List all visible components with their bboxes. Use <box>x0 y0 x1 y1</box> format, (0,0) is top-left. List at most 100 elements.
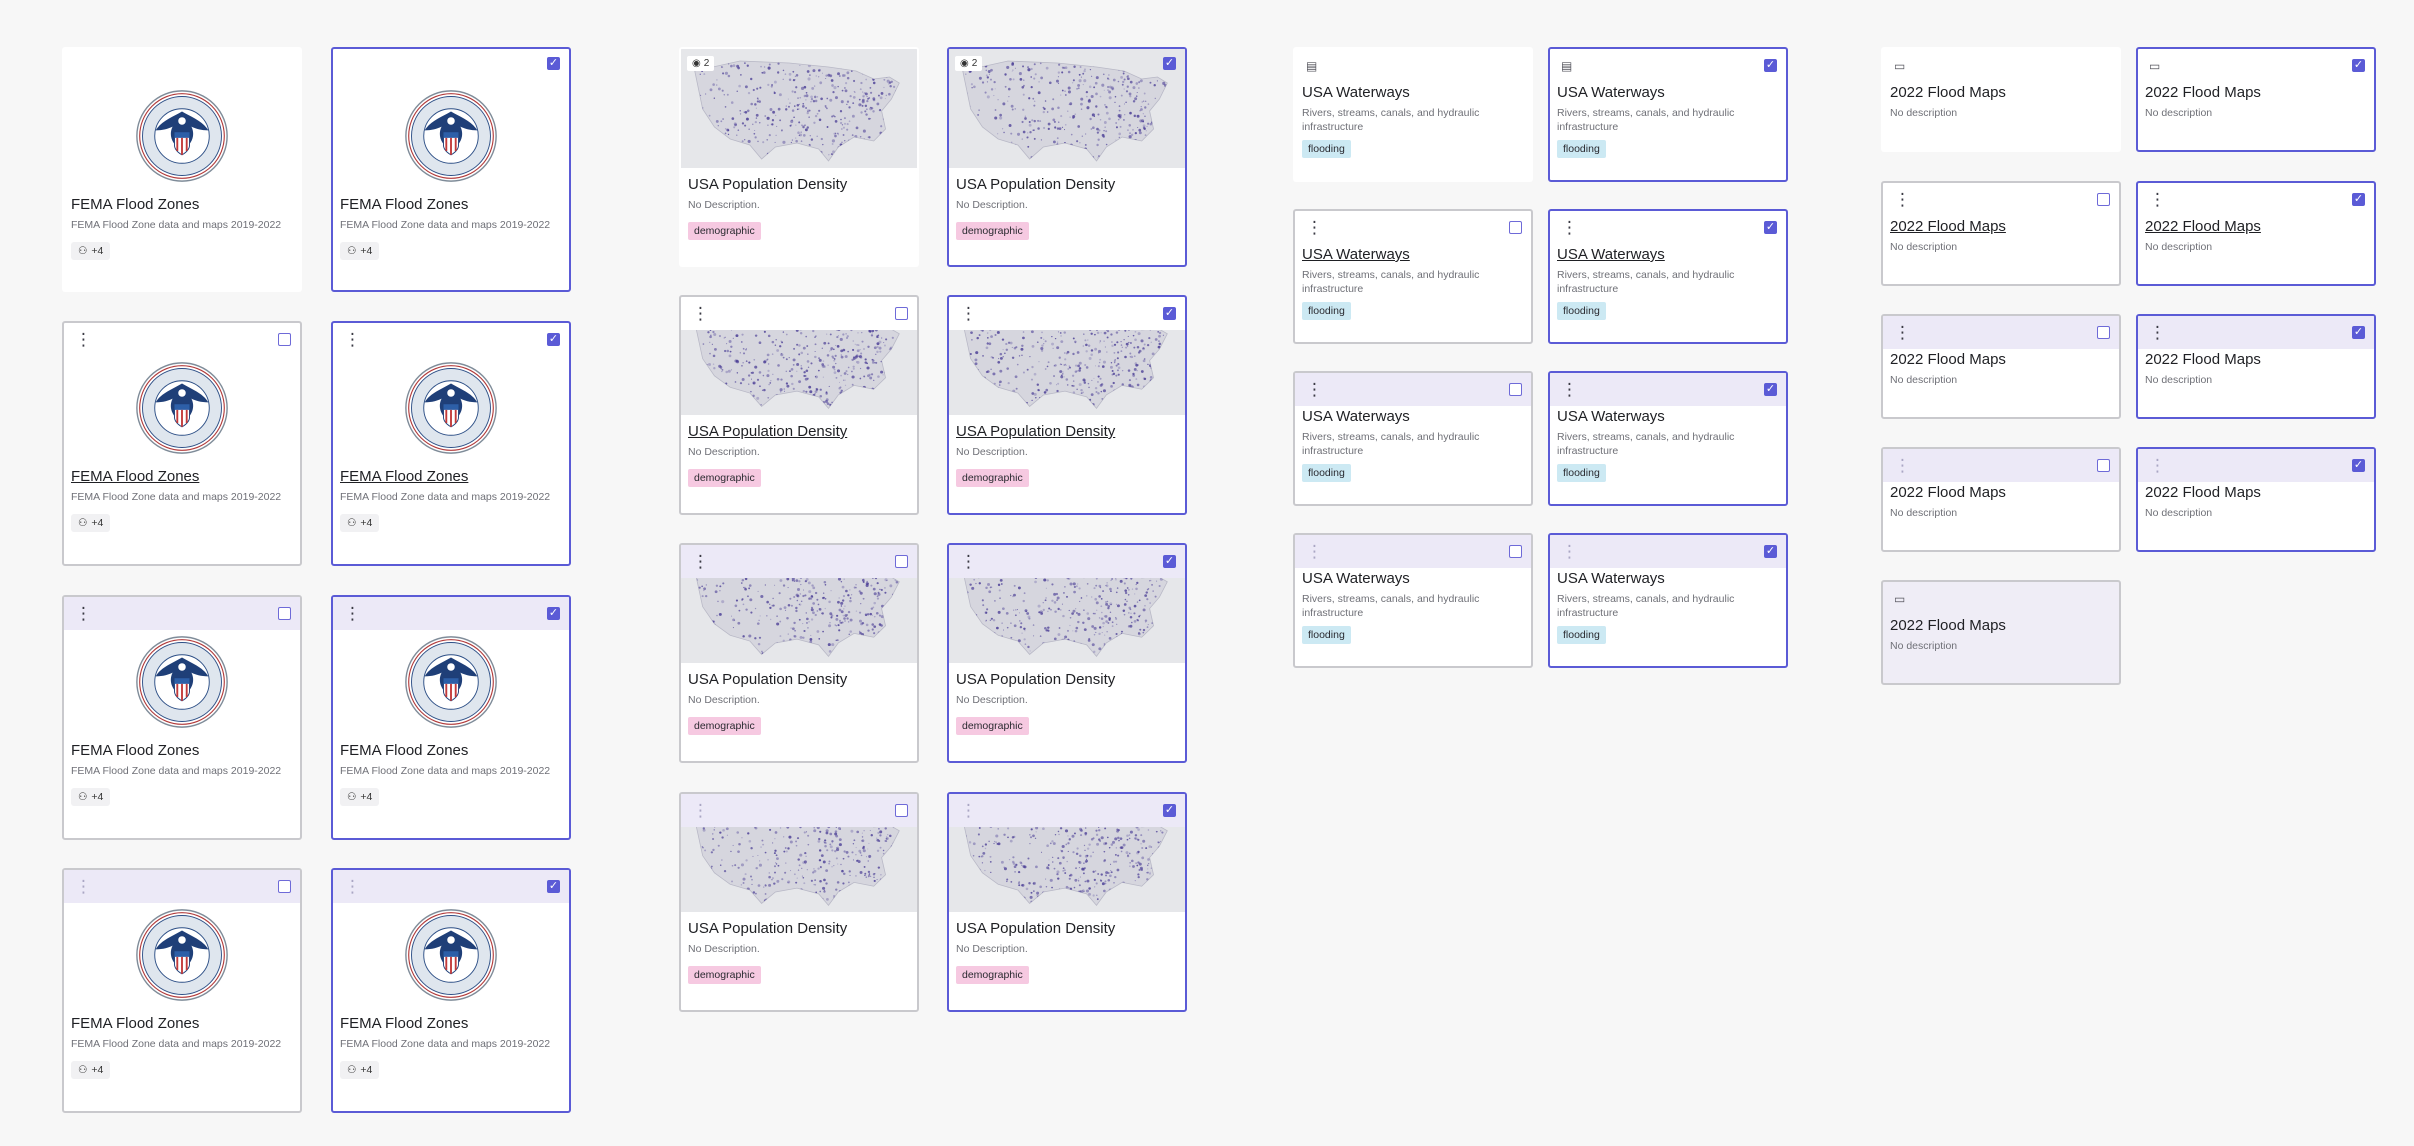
tag-badge[interactable]: flooding <box>1557 626 1606 644</box>
card-title[interactable]: USA Waterways <box>1557 246 1779 263</box>
select-checkbox[interactable]: ✓ <box>2352 326 2365 339</box>
share-badge[interactable]: ⚇ +4 <box>71 242 111 260</box>
card-title[interactable]: USA Population Density <box>956 671 1178 688</box>
card-title[interactable]: USA Waterways <box>1302 408 1524 425</box>
tag-badge[interactable]: flooding <box>1557 140 1606 158</box>
select-checkbox[interactable]: ✓ <box>1163 57 1176 70</box>
card-title[interactable]: USA Population Density <box>956 423 1178 440</box>
folder-card-drop-target[interactable]: ▭ 2022 Flood Maps No description <box>1881 580 2121 685</box>
more-vertical-icon[interactable]: ⋮ <box>344 878 361 895</box>
select-checkbox[interactable]: ✓ <box>547 880 560 893</box>
select-checkbox[interactable]: ✓ <box>547 333 560 346</box>
more-vertical-icon[interactable]: ⋮ <box>692 305 709 322</box>
share-badge[interactable]: ⚇ +4 <box>340 1061 380 1079</box>
more-vertical-icon[interactable]: ⋮ <box>692 802 709 819</box>
fema-card-selected[interactable]: ✓ FEMA Flood Zones FEMA Flood Zone data … <box>331 47 571 292</box>
fema-card-active-selected[interactable]: ⋮ ✓ FEMA Flood Zones FEMA Flood Zone data… <box>331 595 571 840</box>
more-vertical-icon[interactable]: ⋮ <box>692 553 709 570</box>
share-badge[interactable]: ⚇ +4 <box>340 514 380 532</box>
fema-card-active[interactable]: ⋮ FEMA Flood Zones FEMA Flood Zone data … <box>62 595 302 840</box>
share-badge[interactable]: ⚇ +4 <box>340 242 380 260</box>
select-checkbox[interactable] <box>895 804 908 817</box>
waterways-card-disabled-selected[interactable]: ⋮ ✓ USA Waterways Rivers, streams, canals… <box>1548 533 1788 668</box>
select-checkbox[interactable]: ✓ <box>1764 221 1777 234</box>
card-title[interactable]: 2022 Flood Maps <box>1890 351 2112 368</box>
card-title[interactable]: USA Population Density <box>688 423 910 440</box>
select-checkbox[interactable]: ✓ <box>1163 804 1176 817</box>
card-title[interactable]: 2022 Flood Maps <box>2145 84 2367 101</box>
card-title[interactable]: 2022 Flood Maps <box>1890 484 2112 501</box>
density-card-disabled-selected[interactable]: ⋮ ✓ USA Population Density No Description… <box>947 792 1187 1012</box>
tag-badge[interactable]: demographic <box>956 717 1029 735</box>
waterways-card-selected[interactable]: ▤ ✓ USA Waterways Rivers, streams, canals… <box>1548 47 1788 182</box>
select-checkbox[interactable]: ✓ <box>2352 193 2365 206</box>
more-vertical-icon[interactable]: ⋮ <box>1561 381 1578 398</box>
card-title[interactable]: FEMA Flood Zones <box>340 742 562 759</box>
card-title[interactable]: FEMA Flood Zones <box>71 1015 293 1032</box>
card-title[interactable]: USA Population Density <box>688 176 910 193</box>
density-card-selected[interactable]: ◉ 2 ✓ USA Population Density No Descripti… <box>947 47 1187 267</box>
select-checkbox[interactable]: ✓ <box>547 57 560 70</box>
folder-card-active-selected[interactable]: ⋮ ✓ 2022 Flood Maps No description <box>2136 314 2376 419</box>
card-title[interactable]: USA Population Density <box>956 176 1178 193</box>
select-checkbox[interactable]: ✓ <box>1163 307 1176 320</box>
share-badge[interactable]: ⚇ +4 <box>71 788 111 806</box>
select-checkbox[interactable] <box>895 307 908 320</box>
fema-card-hover[interactable]: ⋮ FEMA Flood Zones FEMA Flood Zone data … <box>62 321 302 566</box>
tag-badge[interactable]: demographic <box>956 966 1029 984</box>
waterways-card-active[interactable]: ⋮ USA Waterways Rivers, streams, canals,… <box>1293 371 1533 506</box>
select-checkbox[interactable] <box>2097 459 2110 472</box>
density-card-disabled[interactable]: ⋮ USA Population Density No Description.… <box>679 792 919 1012</box>
density-card-hover[interactable]: ⋮ USA Population Density No Description.… <box>679 295 919 515</box>
fema-card-disabled[interactable]: ⋮ FEMA Flood Zones FEMA Flood Zone data … <box>62 868 302 1113</box>
more-vertical-icon[interactable]: ⋮ <box>1894 324 1911 341</box>
more-vertical-icon[interactable]: ⋮ <box>2149 324 2166 341</box>
share-badge[interactable]: ⚇ +4 <box>71 1061 111 1079</box>
card-title[interactable]: FEMA Flood Zones <box>71 468 293 485</box>
select-checkbox[interactable] <box>278 880 291 893</box>
card-title[interactable]: USA Waterways <box>1557 84 1779 101</box>
tag-badge[interactable]: flooding <box>1302 140 1351 158</box>
folder-card-hover[interactable]: ⋮ 2022 Flood Maps No description <box>1881 181 2121 286</box>
card-title[interactable]: USA Waterways <box>1302 84 1524 101</box>
select-checkbox[interactable] <box>1509 545 1522 558</box>
tag-badge[interactable]: flooding <box>1557 464 1606 482</box>
card-title[interactable]: FEMA Flood Zones <box>340 196 562 213</box>
density-card-default[interactable]: ◉ 2 USA Population Density No Description… <box>679 47 919 267</box>
card-title[interactable]: 2022 Flood Maps <box>2145 218 2367 235</box>
card-title[interactable]: USA Waterways <box>1557 570 1779 587</box>
more-vertical-icon[interactable]: ⋮ <box>75 605 92 622</box>
select-checkbox[interactable] <box>1509 383 1522 396</box>
select-checkbox[interactable]: ✓ <box>547 607 560 620</box>
more-vertical-icon[interactable]: ⋮ <box>1561 219 1578 236</box>
card-title[interactable]: 2022 Flood Maps <box>1890 84 2112 101</box>
more-vertical-icon[interactable]: ⋮ <box>1894 191 1911 208</box>
folder-card-hover-selected[interactable]: ⋮ ✓ 2022 Flood Maps No description <box>2136 181 2376 286</box>
waterways-card-hover[interactable]: ⋮ USA Waterways Rivers, streams, canals,… <box>1293 209 1533 344</box>
more-vertical-icon[interactable]: ⋮ <box>1561 543 1578 560</box>
card-title[interactable]: USA Population Density <box>688 671 910 688</box>
card-title[interactable]: 2022 Flood Maps <box>1890 617 2112 634</box>
card-title[interactable]: 2022 Flood Maps <box>1890 218 2112 235</box>
density-card-active[interactable]: ⋮ USA Population Density No Description.… <box>679 543 919 763</box>
tag-badge[interactable]: demographic <box>956 222 1029 240</box>
waterways-card-active-selected[interactable]: ⋮ ✓ USA Waterways Rivers, streams, canals… <box>1548 371 1788 506</box>
card-title[interactable]: USA Population Density <box>956 920 1178 937</box>
select-checkbox[interactable]: ✓ <box>2352 59 2365 72</box>
tag-badge[interactable]: demographic <box>688 469 761 487</box>
select-checkbox[interactable]: ✓ <box>1764 383 1777 396</box>
card-title[interactable]: USA Waterways <box>1557 408 1779 425</box>
select-checkbox[interactable] <box>895 555 908 568</box>
tag-badge[interactable]: demographic <box>688 222 761 240</box>
tag-badge[interactable]: flooding <box>1557 302 1606 320</box>
more-vertical-icon[interactable]: ⋮ <box>2149 191 2166 208</box>
select-checkbox[interactable]: ✓ <box>2352 459 2365 472</box>
more-vertical-icon[interactable]: ⋮ <box>1306 219 1323 236</box>
fema-card-default[interactable]: FEMA Flood Zones FEMA Flood Zone data an… <box>62 47 302 292</box>
folder-card-disabled-selected[interactable]: ⋮ ✓ 2022 Flood Maps No description <box>2136 447 2376 552</box>
card-title[interactable]: USA Population Density <box>688 920 910 937</box>
waterways-card-disabled[interactable]: ⋮ USA Waterways Rivers, streams, canals,… <box>1293 533 1533 668</box>
tag-badge[interactable]: demographic <box>956 469 1029 487</box>
folder-card-active[interactable]: ⋮ 2022 Flood Maps No description <box>1881 314 2121 419</box>
tag-badge[interactable]: flooding <box>1302 626 1351 644</box>
